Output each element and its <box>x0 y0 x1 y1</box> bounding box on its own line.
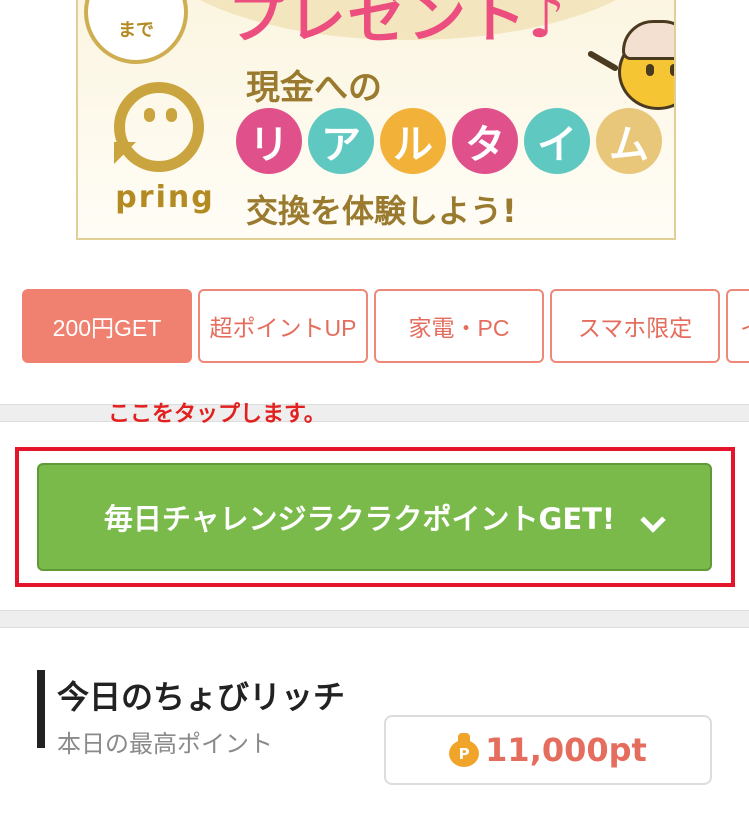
pring-logo: pring <box>106 82 216 215</box>
bubble-char: イ <box>524 108 590 174</box>
section-divider <box>0 610 749 628</box>
daily-challenge-label: 毎日チャレンジラクラクポイントGET! <box>103 502 616 536</box>
realtime-bubbles: リ ア ル タ イ ム <box>236 108 662 174</box>
mascot-eye-left <box>646 64 654 76</box>
section-accent-bar <box>37 670 45 748</box>
bubble-char: ル <box>380 108 446 174</box>
bubble-char: リ <box>236 108 302 174</box>
mascot-cap <box>622 20 674 60</box>
point-bag-symbol: P <box>449 740 480 767</box>
mascot-eye-right <box>670 64 674 76</box>
tab-super-point-up[interactable]: 超ポイントUP <box>198 289 368 363</box>
deadline-badge-text: まで <box>118 20 154 41</box>
promo-banner[interactable]: プレゼント♪ まで pring 現金への リ ア ル タ イ ム 交換を体験しよ… <box>76 0 676 240</box>
bubble-char: ア <box>308 108 374 174</box>
banner-line3: 交換を体験しよう! <box>246 192 517 230</box>
banner-top-headline: プレゼント♪ <box>228 0 568 51</box>
tab-200yen-get[interactable]: 200円GET <box>22 289 192 363</box>
bubble-char: タ <box>452 108 518 174</box>
pring-eye-right <box>166 108 177 122</box>
tap-here-annotation: ここをタップします。 <box>108 402 326 427</box>
pring-tail-icon <box>114 142 136 164</box>
mascot-arm <box>586 49 620 73</box>
daily-challenge-button[interactable]: 毎日チャレンジラクラクポイントGET! <box>37 463 712 571</box>
section-title: 今日のちょびリッチ <box>57 678 346 716</box>
tab-appliances-pc[interactable]: 家電・PC <box>374 289 544 363</box>
tab-partial[interactable]: イ <box>726 289 749 363</box>
banner-line1: 現金への <box>246 68 382 108</box>
chevron-down-icon <box>640 507 666 533</box>
deadline-badge: まで <box>84 0 188 64</box>
mascot-icon <box>586 14 674 110</box>
point-bag-icon: P <box>449 733 480 767</box>
bubble-char: ム <box>596 108 662 174</box>
tab-smartphone-only[interactable]: スマホ限定 <box>550 289 720 363</box>
max-points-value: 11,000pt <box>485 731 647 769</box>
pring-eye-left <box>144 108 155 122</box>
max-points-box[interactable]: P 11,000pt <box>384 715 712 785</box>
pring-wordmark: pring <box>115 180 215 215</box>
section-subtitle: 本日の最高ポイント <box>57 730 273 758</box>
